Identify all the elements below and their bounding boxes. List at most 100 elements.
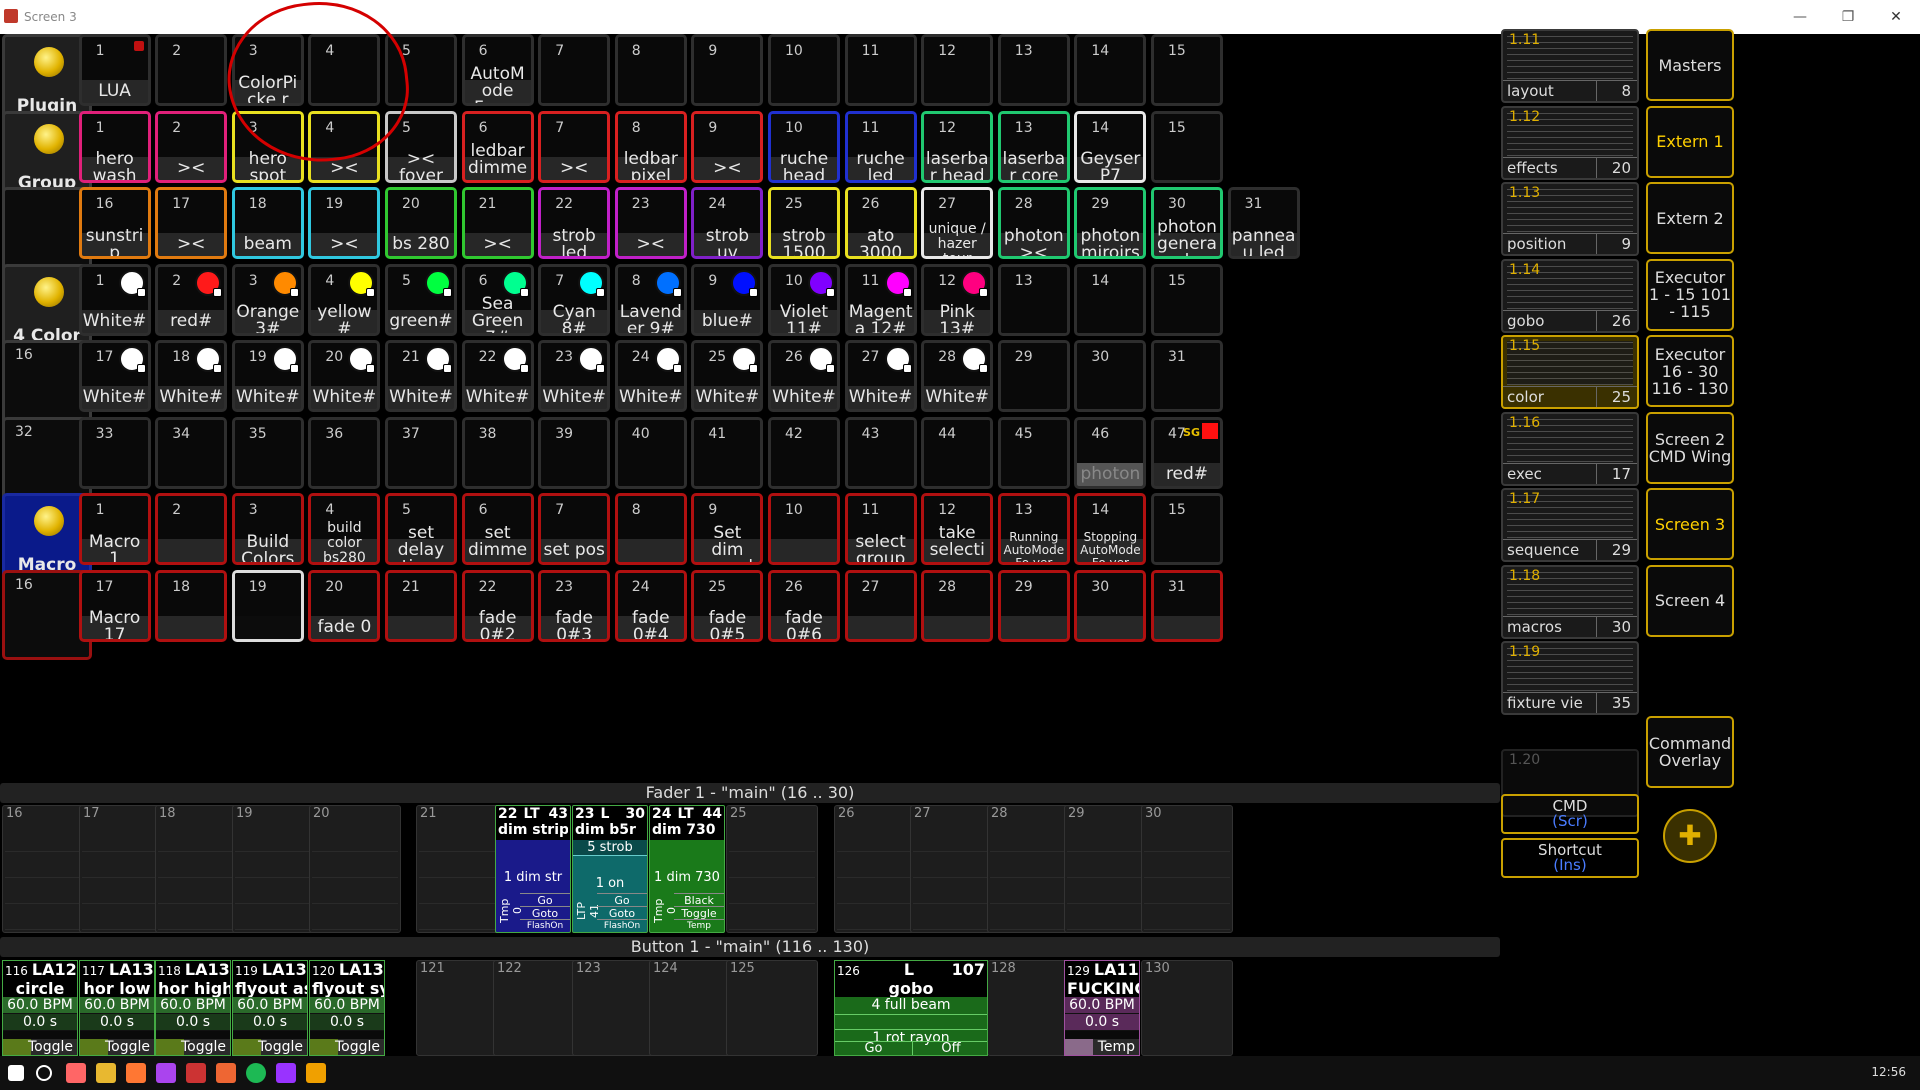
pool-cell[interactable]: 5 >< foyer — [385, 110, 457, 183]
pool-cell[interactable]: 13 — [997, 34, 1070, 106]
screen-side-button[interactable]: Extern 1 — [1646, 105, 1734, 178]
screen-side-button[interactable]: Screen 2 CMD Wing — [1646, 411, 1734, 484]
pool-cell[interactable]: 31 — [1151, 569, 1223, 642]
pool-cell[interactable]: 13 laserbar core — [997, 110, 1070, 183]
button-executor-empty[interactable]: 125 — [726, 960, 818, 1056]
pool-cell[interactable]: 43 — [844, 416, 917, 489]
button-executor-empty[interactable]: 130 — [1141, 960, 1233, 1056]
pool-cell[interactable]: 20 bs 280 — [385, 187, 457, 259]
pool-cell[interactable]: 42 — [768, 416, 840, 489]
pool-cell[interactable]: 30 photon general — [1151, 187, 1223, 259]
bex-toggle[interactable]: Toggle — [233, 1039, 307, 1055]
pool-cell[interactable]: 17 >< — [155, 187, 228, 259]
pool-cell[interactable]: 22 fade 0#2 — [461, 569, 534, 642]
pool-cell[interactable]: 24GWhite# — [614, 340, 687, 412]
windows-start-icon[interactable] — [8, 1065, 24, 1081]
pool-cell[interactable]: 7GCyan 8# — [538, 263, 611, 336]
screen-side-button[interactable]: Screen 3 — [1646, 488, 1734, 560]
pool-cell[interactable]: 19 >< — [308, 187, 381, 259]
pool-cell[interactable]: 8 — [614, 34, 687, 106]
screen-side-button[interactable]: Screen 4 — [1646, 564, 1734, 637]
pool-cell[interactable]: 14 — [1074, 263, 1147, 336]
pool-cell[interactable]: 18 beam — [231, 187, 304, 259]
cmd-button[interactable]: CMD (Scr) — [1501, 794, 1639, 834]
app-icon-6[interactable] — [216, 1063, 236, 1083]
screen-side-button[interactable]: Masters — [1646, 29, 1734, 101]
fader-executor[interactable]: 24 LT 44 dim 730 1 dim 730 Tmp 0 Black Toggle Te… — [649, 805, 725, 933]
pool-cell[interactable]: 8 ledbar pixel — [614, 110, 687, 183]
pool-cell[interactable]: 31 panneau led — [1227, 187, 1300, 259]
pool-cell[interactable]: 46 photon — [1074, 416, 1147, 489]
pool-cell[interactable]: 21 >< — [461, 187, 534, 259]
pool-cell[interactable]: 8 — [614, 493, 687, 565]
pool-cell[interactable]: 4 build color bs280 only — [308, 493, 381, 565]
view-button[interactable]: 1.16 exec 17 — [1501, 411, 1639, 486]
pool-cell[interactable]: 9 >< — [691, 110, 764, 183]
pool-cell[interactable]: 17GWhite# — [78, 340, 151, 412]
pool-cell[interactable]: 15 — [1151, 493, 1223, 565]
exec-key[interactable]: Go — [520, 893, 570, 907]
pool-cell[interactable]: 3 hero spot — [231, 110, 304, 183]
pool-cell[interactable]: 20 fade 0 — [308, 569, 381, 642]
app-icon-9[interactable] — [306, 1063, 326, 1083]
pool-cell[interactable]: 11 ruche led — [844, 110, 917, 183]
pool-cell[interactable]: 3 ColorPicke r — [231, 34, 304, 106]
pool-cell[interactable]: 1GWhite# — [78, 263, 151, 336]
pool-cell[interactable]: 10GViolet 11# — [768, 263, 840, 336]
pool-cell[interactable]: 28 — [921, 569, 994, 642]
pool-cell[interactable]: 25 fade 0#5 — [691, 569, 764, 642]
pool-cell[interactable]: 45 — [997, 416, 1070, 489]
pool-cell[interactable]: 15 — [1151, 110, 1223, 183]
pool-cell[interactable]: 18GWhite# — [155, 340, 228, 412]
view-button[interactable]: 1.11 layout 8 — [1501, 29, 1639, 103]
view-button[interactable]: 1.12 effects 20 — [1501, 105, 1639, 180]
bex-go[interactable]: Go — [835, 1041, 912, 1055]
pool-cell[interactable]: 2Gred# — [155, 263, 228, 336]
pool-cell[interactable]: 30 — [1074, 569, 1147, 642]
pool-cell[interactable]: 21 — [385, 569, 457, 642]
pool-cell[interactable]: 25GWhite# — [691, 340, 764, 412]
pool-cell[interactable]: 3 Build Colors — [231, 493, 304, 565]
pool-cell[interactable]: 5Ggreen# — [385, 263, 457, 336]
pool-cell[interactable]: 22 strob led — [538, 187, 611, 259]
pool-cell[interactable]: 38 — [461, 416, 534, 489]
exec-key[interactable]: Temp — [674, 919, 724, 932]
pool-cell[interactable]: 47 SG red# — [1151, 416, 1223, 489]
pool-cell[interactable]: 21GWhite# — [385, 340, 457, 412]
pool-cell[interactable]: 1 hero wash — [78, 110, 151, 183]
pool-cell[interactable]: 4 >< — [308, 110, 381, 183]
pool-cell[interactable]: 19GWhite# — [231, 340, 304, 412]
pool-cell[interactable]: 2 — [155, 34, 228, 106]
button-executor-fk[interactable]: 129LA118FUCKING S60.0 BPM0.0 s Temp — [1064, 960, 1140, 1056]
pool-cell[interactable]: 28GWhite# — [921, 340, 994, 412]
button-executor[interactable]: 118LA131hor high60.0 BPM0.0 s Toggle — [155, 960, 231, 1056]
view-button[interactable]: 1.15 color 25 — [1501, 335, 1639, 409]
grandma-icon[interactable] — [186, 1063, 206, 1083]
exec-key[interactable]: FlashOn — [520, 919, 570, 932]
pool-cell[interactable]: 8GLavender 9# — [614, 263, 687, 336]
view-button[interactable]: 1.17 sequence 29 — [1501, 488, 1639, 562]
pool-cell[interactable]: 30 — [1074, 340, 1147, 412]
pool-cell[interactable]: 12 laserbar head — [921, 110, 994, 183]
exec-key[interactable]: FlashOn — [597, 919, 647, 932]
discord-icon[interactable] — [156, 1063, 176, 1083]
pool-cell[interactable]: 40 — [614, 416, 687, 489]
bex-toggle[interactable]: Toggle — [3, 1039, 77, 1055]
exec-key[interactable]: Toggle — [674, 906, 724, 920]
screen-side-button[interactable]: Extern 2 — [1646, 182, 1734, 254]
pool-cell[interactable]: 6GSea Green 7# — [461, 263, 534, 336]
pool-cell[interactable]: 26 fade 0#6 — [768, 569, 840, 642]
pool-cell[interactable]: 7 >< — [538, 110, 611, 183]
pool-cell[interactable]: 17 Macro 17 — [78, 569, 151, 642]
pool-cell[interactable]: 29 — [997, 340, 1070, 412]
minimize-icon[interactable]: — — [1780, 6, 1820, 28]
close-icon[interactable]: ✕ — [1876, 6, 1916, 28]
button-executor[interactable]: 119LA132flyout asy60.0 BPM0.0 s Toggle — [232, 960, 308, 1056]
pool-cell[interactable]: 6 ledbar dimmer — [461, 110, 534, 183]
pool-cell[interactable]: 4Gyellow# — [308, 263, 381, 336]
fader[interactable]: 30 — [1141, 805, 1233, 933]
pool-cell[interactable]: 24 strob uv — [691, 187, 764, 259]
pool-cell[interactable]: 16 sunstrip — [78, 187, 151, 259]
pool-cell[interactable]: 11 — [844, 34, 917, 106]
fader[interactable]: 20 — [309, 805, 401, 933]
